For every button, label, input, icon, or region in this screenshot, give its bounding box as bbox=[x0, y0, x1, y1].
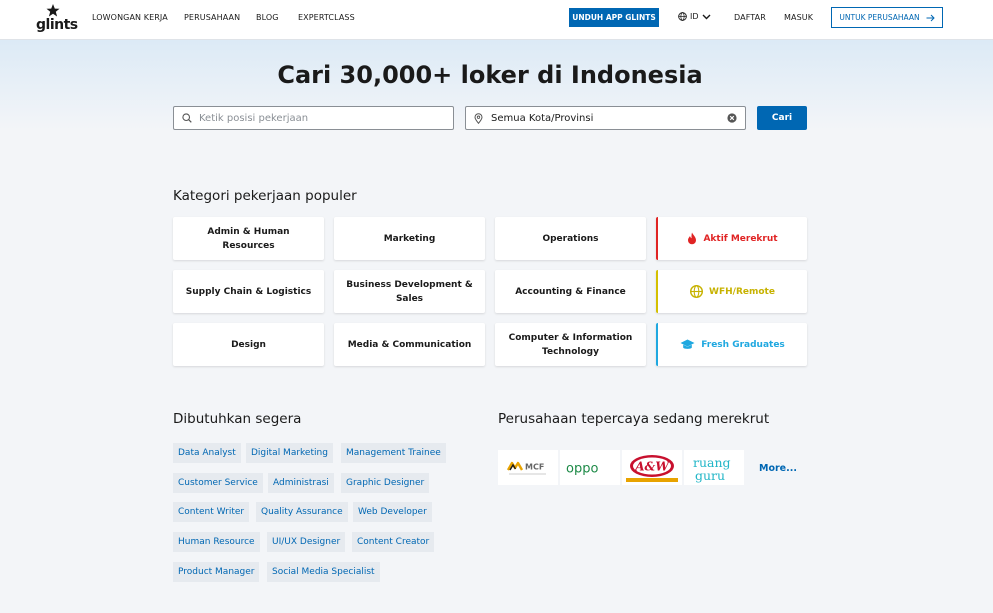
location-select[interactable]: Semua Kota/Provinsi bbox=[465, 106, 746, 130]
nav-perusahaan[interactable]: PERUSAHAAN bbox=[184, 13, 240, 22]
category-wfh-remote-label: WFH/Remote bbox=[709, 286, 775, 297]
tag-customer-service[interactable]: Customer Service bbox=[173, 473, 263, 493]
login-link[interactable]: MASUK bbox=[784, 13, 813, 22]
chevron-down-icon bbox=[702, 14, 711, 19]
tag-management-trainee[interactable]: Management Trainee bbox=[341, 443, 446, 463]
job-search-placeholder: Ketik posisi pekerjaan bbox=[199, 112, 309, 124]
for-company-label: UNTUK PERUSAHAAN bbox=[839, 13, 920, 22]
company-logo-oppo[interactable]: oppo bbox=[560, 450, 620, 485]
aw-logo-icon: A&W bbox=[626, 454, 678, 482]
category-accounting-finance[interactable]: Accounting & Finance bbox=[495, 270, 646, 313]
svg-text:A&W: A&W bbox=[634, 459, 670, 473]
mcf-logo-icon: MCF bbox=[506, 461, 546, 474]
arrow-right-icon bbox=[926, 14, 935, 21]
graduation-cap-icon bbox=[680, 339, 695, 349]
category-computer-it[interactable]: Computer & Information Technology bbox=[495, 323, 646, 366]
tag-quality-assurance[interactable]: Quality Assurance bbox=[256, 502, 348, 522]
glints-logo[interactable]: glints bbox=[36, 4, 78, 34]
nav-lowongan-kerja[interactable]: LOWONGAN KERJA bbox=[92, 13, 168, 22]
search-button[interactable]: Cari bbox=[757, 106, 807, 130]
clear-icon[interactable] bbox=[727, 113, 737, 123]
globe-icon bbox=[678, 12, 687, 21]
for-company-button[interactable]: UNTUK PERUSAHAAN bbox=[831, 7, 943, 28]
category-design[interactable]: Design bbox=[173, 323, 324, 366]
category-fresh-graduates[interactable]: Fresh Graduates bbox=[656, 323, 807, 366]
job-search-input[interactable]: Ketik posisi pekerjaan bbox=[173, 106, 454, 130]
location-value: Semua Kota/Provinsi bbox=[491, 112, 594, 124]
top-navbar: glints LOWONGAN KERJA PERUSAHAAN BLOG EX… bbox=[0, 0, 993, 40]
category-wfh-remote[interactable]: WFH/Remote bbox=[656, 270, 807, 313]
company-logo-aw[interactable]: A&W bbox=[622, 450, 682, 485]
tag-digital-marketing[interactable]: Digital Marketing bbox=[246, 443, 333, 463]
oppo-logo-icon: oppo bbox=[566, 461, 598, 475]
tag-graphic-designer[interactable]: Graphic Designer bbox=[341, 473, 430, 493]
category-aktif-merekrut[interactable]: Aktif Merekrut bbox=[656, 217, 807, 260]
category-marketing[interactable]: Marketing bbox=[334, 217, 485, 260]
tag-social-media-specialist[interactable]: Social Media Specialist bbox=[267, 562, 380, 582]
download-app-button[interactable]: UNDUH APP GLINTS bbox=[569, 8, 659, 27]
language-label: ID bbox=[690, 12, 699, 21]
nav-expertclass[interactable]: EXPERTCLASS bbox=[298, 13, 355, 22]
tag-human-resource[interactable]: Human Resource bbox=[173, 532, 260, 552]
tag-product-manager[interactable]: Product Manager bbox=[173, 562, 260, 582]
category-business-development[interactable]: Business Development & Sales bbox=[334, 270, 485, 313]
register-link[interactable]: DAFTAR bbox=[734, 13, 766, 22]
svg-text:MCF: MCF bbox=[525, 462, 544, 471]
urgent-title: Dibutuhkan segera bbox=[173, 411, 302, 427]
category-admin-hr[interactable]: Admin & Human Resources bbox=[173, 217, 324, 260]
tag-data-analyst[interactable]: Data Analyst bbox=[173, 443, 241, 463]
star-logo-icon bbox=[46, 4, 60, 17]
category-operations[interactable]: Operations bbox=[495, 217, 646, 260]
categories-title: Kategori pekerjaan populer bbox=[173, 188, 357, 204]
logo-text: glints bbox=[36, 17, 78, 33]
location-pin-icon bbox=[474, 112, 483, 124]
tag-content-creator[interactable]: Content Creator bbox=[352, 532, 435, 552]
company-logo-ruangguru[interactable]: ruang guru bbox=[684, 450, 744, 485]
svg-text:guru: guru bbox=[695, 468, 725, 483]
tag-web-developer[interactable]: Web Developer bbox=[353, 502, 432, 522]
category-supply-chain[interactable]: Supply Chain & Logistics bbox=[173, 270, 324, 313]
search-icon bbox=[182, 113, 192, 123]
company-logo-mcf[interactable]: MCF bbox=[498, 450, 558, 485]
hero-title: Cari 30,000+ loker di Indonesia bbox=[277, 61, 703, 89]
nav-blog[interactable]: BLOG bbox=[256, 13, 279, 22]
category-aktif-merekrut-label: Aktif Merekrut bbox=[703, 233, 778, 244]
language-selector[interactable]: ID bbox=[678, 12, 711, 21]
fire-icon bbox=[688, 232, 697, 245]
tag-content-writer[interactable]: Content Writer bbox=[173, 502, 250, 522]
companies-title: Perusahaan tepercaya sedang merekrut bbox=[498, 411, 770, 427]
more-companies-link[interactable]: More... bbox=[759, 463, 797, 474]
svg-text:oppo: oppo bbox=[566, 461, 598, 475]
ruangguru-logo-icon: ruang guru bbox=[693, 455, 731, 483]
globe-icon bbox=[690, 285, 704, 298]
tag-ui-ux-designer[interactable]: UI/UX Designer bbox=[267, 532, 346, 552]
category-fresh-graduates-label: Fresh Graduates bbox=[701, 339, 785, 350]
category-media-communication[interactable]: Media & Communication bbox=[334, 323, 485, 366]
tag-administrasi[interactable]: Administrasi bbox=[268, 473, 334, 493]
